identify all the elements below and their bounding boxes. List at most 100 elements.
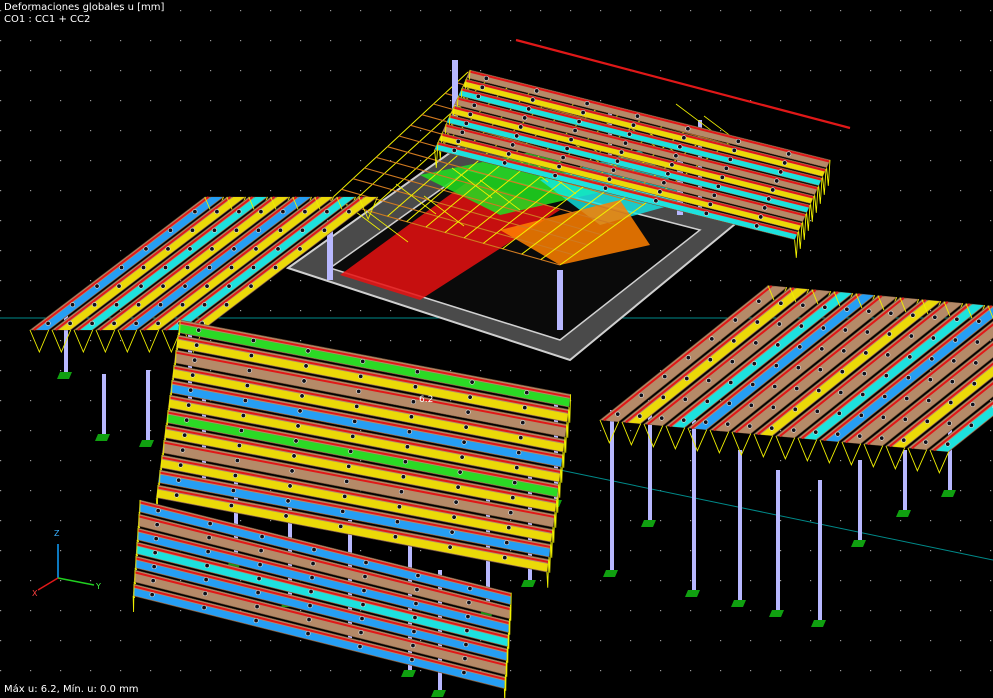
grid-dot bbox=[570, 70, 572, 72]
support-block bbox=[851, 540, 866, 547]
mesh-node bbox=[176, 477, 182, 483]
mesh-node bbox=[186, 402, 192, 408]
mesh-node bbox=[258, 209, 264, 215]
mesh-node bbox=[836, 410, 842, 416]
mesh-node bbox=[67, 320, 73, 326]
grid-dot bbox=[720, 280, 722, 282]
mesh-node bbox=[469, 379, 475, 385]
mesh-node bbox=[924, 418, 930, 424]
grid-dot bbox=[330, 130, 332, 132]
mesh-node bbox=[154, 522, 160, 528]
grid-dot bbox=[600, 340, 602, 342]
column bbox=[139, 370, 154, 447]
mesh-node bbox=[359, 616, 365, 622]
mesh-node bbox=[346, 209, 352, 215]
edge-cable bbox=[841, 441, 862, 466]
mesh-node bbox=[520, 420, 526, 426]
grid-dot bbox=[90, 640, 92, 642]
grid-dot bbox=[900, 670, 902, 672]
grid-dot bbox=[600, 670, 602, 672]
mesh-node bbox=[776, 321, 782, 327]
grid-dot bbox=[270, 160, 272, 162]
grid-dot bbox=[990, 40, 992, 42]
grid-dot bbox=[330, 10, 332, 12]
mesh-node bbox=[905, 375, 911, 381]
grid-dot bbox=[840, 100, 842, 102]
wing-east bbox=[599, 285, 993, 474]
mesh-node bbox=[151, 564, 157, 570]
grid-dot bbox=[960, 220, 962, 222]
grid-dot bbox=[930, 220, 932, 222]
grid-dot bbox=[930, 100, 932, 102]
grid-dot bbox=[0, 250, 2, 252]
grid-dot bbox=[150, 100, 152, 102]
grid-dot bbox=[930, 280, 932, 282]
grid-dot bbox=[870, 520, 872, 522]
mesh-node bbox=[703, 210, 709, 216]
grid-dot bbox=[180, 670, 182, 672]
grid-dot bbox=[90, 130, 92, 132]
mesh-node bbox=[275, 246, 281, 252]
grid-dot bbox=[960, 70, 962, 72]
grid-dot bbox=[780, 490, 782, 492]
mesh-node bbox=[945, 441, 951, 447]
mesh-node bbox=[657, 189, 663, 195]
grid-dot bbox=[570, 520, 572, 522]
mesh-node bbox=[453, 499, 459, 505]
mesh-node bbox=[297, 408, 303, 414]
grid-dot bbox=[750, 280, 752, 282]
grid-dot bbox=[270, 190, 272, 192]
mesh-node bbox=[302, 209, 308, 215]
grid-dot bbox=[630, 430, 632, 432]
grid-dot bbox=[360, 130, 362, 132]
grid-dot bbox=[870, 550, 872, 552]
grid-dot bbox=[720, 10, 722, 12]
mesh-node bbox=[449, 529, 455, 535]
mesh-node bbox=[465, 614, 471, 620]
grid-dot bbox=[630, 10, 632, 12]
grid-dot bbox=[990, 130, 992, 132]
grid-dot bbox=[360, 40, 362, 42]
mesh-node bbox=[682, 396, 688, 402]
mesh-node bbox=[483, 75, 489, 81]
grid-dot bbox=[750, 640, 752, 642]
deformation-render-canvas[interactable]: 6.2 bbox=[0, 0, 993, 698]
grid-dot bbox=[930, 310, 932, 312]
mesh-node bbox=[464, 628, 470, 634]
mesh-node bbox=[182, 432, 188, 438]
grid-dot bbox=[780, 130, 782, 132]
grid-dot bbox=[360, 550, 362, 552]
grid-dot bbox=[630, 370, 632, 372]
3d-model-viewport[interactable]: 6.2 bbox=[0, 0, 993, 698]
grid-dot bbox=[660, 520, 662, 522]
mesh-node bbox=[762, 205, 768, 211]
grid-dot bbox=[30, 340, 32, 342]
edge-cable bbox=[753, 433, 774, 458]
grid-dot bbox=[690, 640, 692, 642]
mesh-node bbox=[280, 209, 286, 215]
grid-dot bbox=[870, 640, 872, 642]
grid-dot bbox=[0, 40, 2, 42]
grid-dot bbox=[60, 520, 62, 522]
load-combination-label: CO1 : CC1 + CC2 bbox=[4, 14, 91, 25]
grid-dot bbox=[690, 10, 692, 12]
grid-dot bbox=[690, 280, 692, 282]
mesh-node bbox=[143, 246, 149, 252]
mesh-node bbox=[45, 320, 51, 326]
grid-dot bbox=[540, 370, 542, 372]
mesh-node bbox=[770, 187, 776, 193]
grid-dot bbox=[300, 160, 302, 162]
grid-dot bbox=[150, 70, 152, 72]
mesh-node bbox=[929, 356, 935, 362]
grid-dot bbox=[150, 490, 152, 492]
mesh-node bbox=[255, 227, 261, 233]
mesh-node bbox=[786, 151, 792, 157]
grid-dot bbox=[120, 490, 122, 492]
edge-cable bbox=[29, 329, 50, 354]
grid-dot bbox=[870, 10, 872, 12]
grid-dot bbox=[60, 640, 62, 642]
grid-dot bbox=[390, 670, 392, 672]
grid-dot bbox=[960, 40, 962, 42]
mesh-node bbox=[770, 404, 776, 410]
grid-dot bbox=[990, 160, 992, 162]
